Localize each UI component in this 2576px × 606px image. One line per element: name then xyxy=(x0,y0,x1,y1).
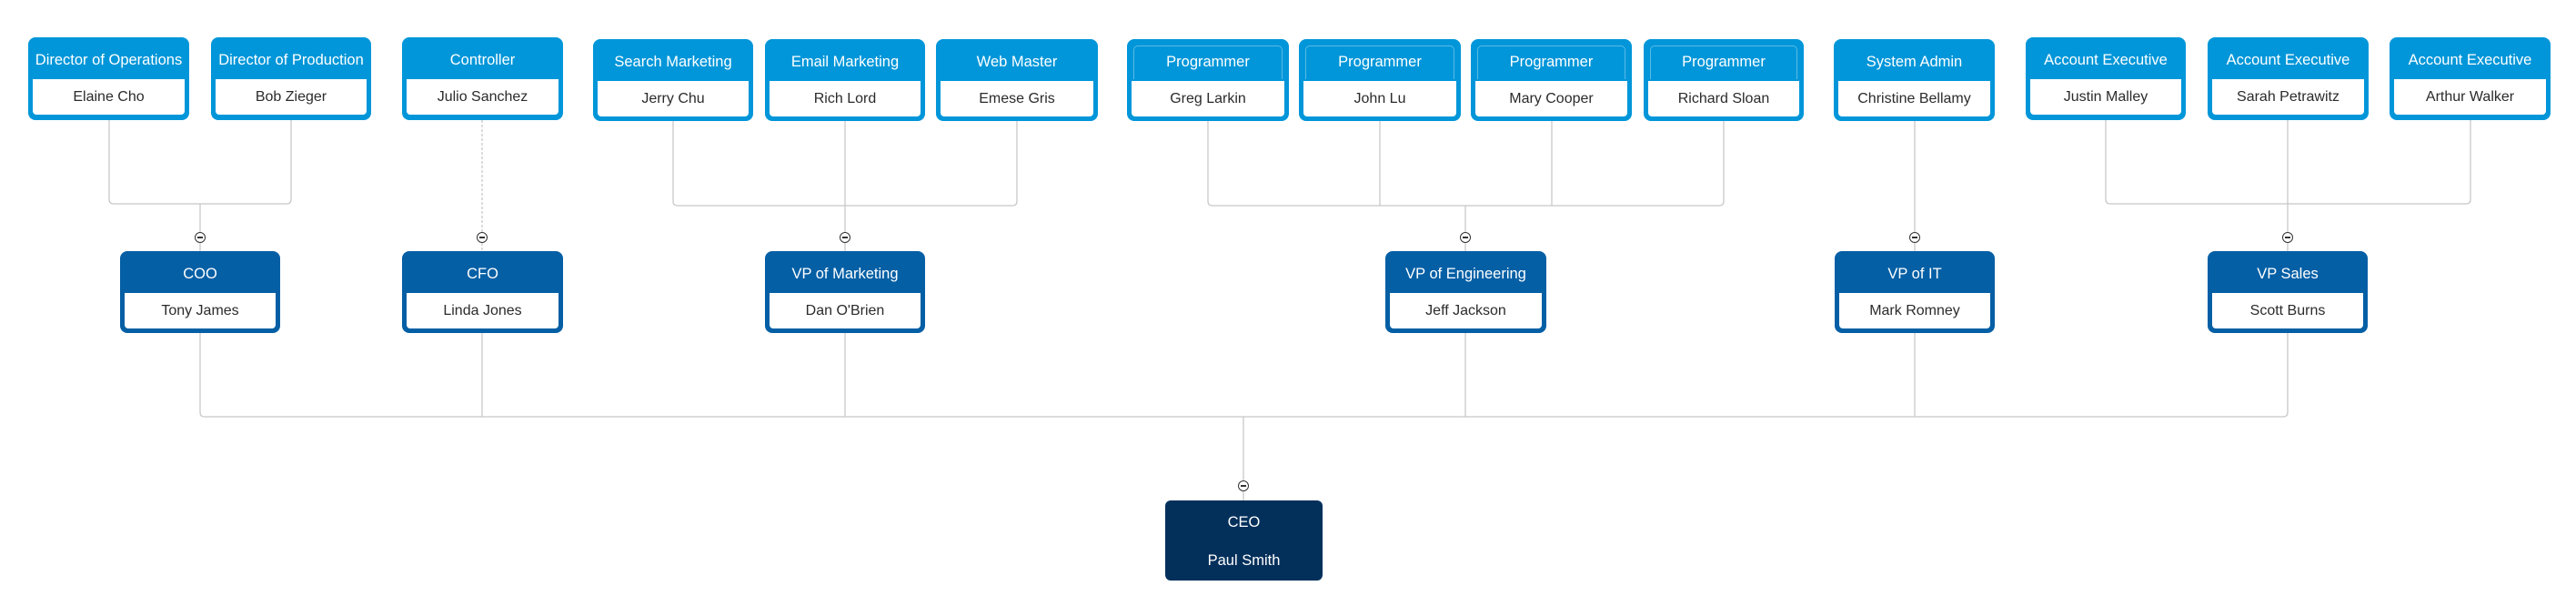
staff-node[interactable]: Programmer Richard Sloan xyxy=(1644,39,1804,121)
staff-node[interactable]: Email Marketing Rich Lord xyxy=(765,39,925,121)
node-title: Email Marketing xyxy=(790,54,900,70)
connector-bracket xyxy=(1207,121,1725,207)
node-title: Account Executive xyxy=(2044,52,2168,68)
node-name: Bob Zieger xyxy=(216,79,367,115)
node-name: Sarah Petrawitz xyxy=(2212,79,2364,115)
collapse-minus-icon[interactable] xyxy=(1238,480,1249,491)
node-name: Mary Cooper xyxy=(1475,81,1627,116)
node-title: Programmer xyxy=(1509,54,1594,70)
node-title: Controller xyxy=(449,52,516,68)
node-name: Greg Larkin xyxy=(1132,81,1284,116)
staff-node[interactable]: Web Master Emese Gris xyxy=(936,39,1098,121)
staff-node[interactable]: Search Marketing Jerry Chu xyxy=(593,39,753,121)
staff-node[interactable]: Account Executive Sarah Petrawitz xyxy=(2208,37,2369,120)
staff-node[interactable]: Account Executive Arthur Walker xyxy=(2390,37,2551,120)
node-title: System Admin xyxy=(1866,54,1963,70)
staff-node[interactable]: System Admin Christine Bellamy xyxy=(1834,39,1995,121)
node-title: Programmer xyxy=(1682,54,1766,70)
node-title: Account Executive xyxy=(2408,52,2532,68)
node-name: Dan O'Brien xyxy=(770,293,921,328)
node-title: Account Executive xyxy=(2226,52,2350,68)
node-name: Justin Malley xyxy=(2030,79,2181,115)
node-name: Jeff Jackson xyxy=(1390,293,1542,328)
staff-node[interactable]: Controller Julio Sanchez xyxy=(402,37,563,120)
node-name: Julio Sanchez xyxy=(407,79,558,115)
collapse-minus-icon[interactable] xyxy=(477,232,488,243)
staff-node[interactable]: Account Executive Justin Malley xyxy=(2026,37,2186,120)
vp-node-engineering[interactable]: VP of Engineering Jeff Jackson xyxy=(1385,251,1546,333)
node-name: Christine Bellamy xyxy=(1838,81,1990,116)
node-name: Elaine Cho xyxy=(33,79,185,115)
vp-node-sales[interactable]: VP Sales Scott Burns xyxy=(2208,251,2368,333)
node-title: CEO xyxy=(1227,513,1261,530)
staff-node[interactable]: Programmer Mary Cooper xyxy=(1471,39,1632,121)
node-name: Paul Smith xyxy=(1207,551,1281,569)
node-name: Rich Lord xyxy=(770,81,921,116)
vp-node-cfo[interactable]: CFO Linda Jones xyxy=(402,251,563,333)
node-name: Mark Romney xyxy=(1839,293,1990,328)
node-title: Web Master xyxy=(976,54,1058,70)
staff-node[interactable]: Programmer Greg Larkin xyxy=(1127,39,1289,121)
node-title: Director of Operations xyxy=(35,52,183,68)
node-title: CFO xyxy=(467,266,498,282)
ceo-node[interactable]: CEO Paul Smith xyxy=(1165,500,1323,581)
node-title: VP of Engineering xyxy=(1405,266,1526,282)
node-name: Tony James xyxy=(125,293,276,328)
node-name: Scott Burns xyxy=(2212,293,2363,328)
node-title: VP of IT xyxy=(1887,266,1942,282)
org-chart: CEO Paul Smith COO Tony James CFO Linda … xyxy=(0,0,2576,606)
node-name: Jerry Chu xyxy=(598,81,749,116)
staff-node[interactable]: Programmer John Lu xyxy=(1299,39,1461,121)
node-title: Search Marketing xyxy=(614,54,732,70)
node-name: Arthur Walker xyxy=(2394,79,2546,115)
connector-bracket xyxy=(108,120,292,205)
node-name: John Lu xyxy=(1303,81,1456,116)
node-title: COO xyxy=(183,266,217,282)
staff-node[interactable]: Director of Production Bob Zieger xyxy=(211,37,371,120)
vp-node-marketing[interactable]: VP of Marketing Dan O'Brien xyxy=(765,251,925,333)
node-name: Linda Jones xyxy=(407,293,558,328)
node-name: Richard Sloan xyxy=(1648,81,1799,116)
vp-node-coo[interactable]: COO Tony James xyxy=(120,251,280,333)
node-title: Director of Production xyxy=(218,52,364,68)
node-title: VP Sales xyxy=(2257,266,2319,282)
connector-bracket xyxy=(199,333,2289,418)
staff-node[interactable]: Director of Operations Elaine Cho xyxy=(28,37,189,120)
collapse-minus-icon[interactable] xyxy=(840,232,850,243)
node-title: Programmer xyxy=(1166,54,1250,70)
collapse-minus-icon[interactable] xyxy=(1909,232,1920,243)
node-title: Programmer xyxy=(1338,54,1422,70)
collapse-minus-icon[interactable] xyxy=(195,232,206,243)
node-name: Emese Gris xyxy=(941,81,1093,116)
node-title: VP of Marketing xyxy=(791,266,899,282)
vp-node-it[interactable]: VP of IT Mark Romney xyxy=(1835,251,1995,333)
collapse-minus-icon[interactable] xyxy=(1460,232,1471,243)
collapse-minus-icon[interactable] xyxy=(2282,232,2293,243)
